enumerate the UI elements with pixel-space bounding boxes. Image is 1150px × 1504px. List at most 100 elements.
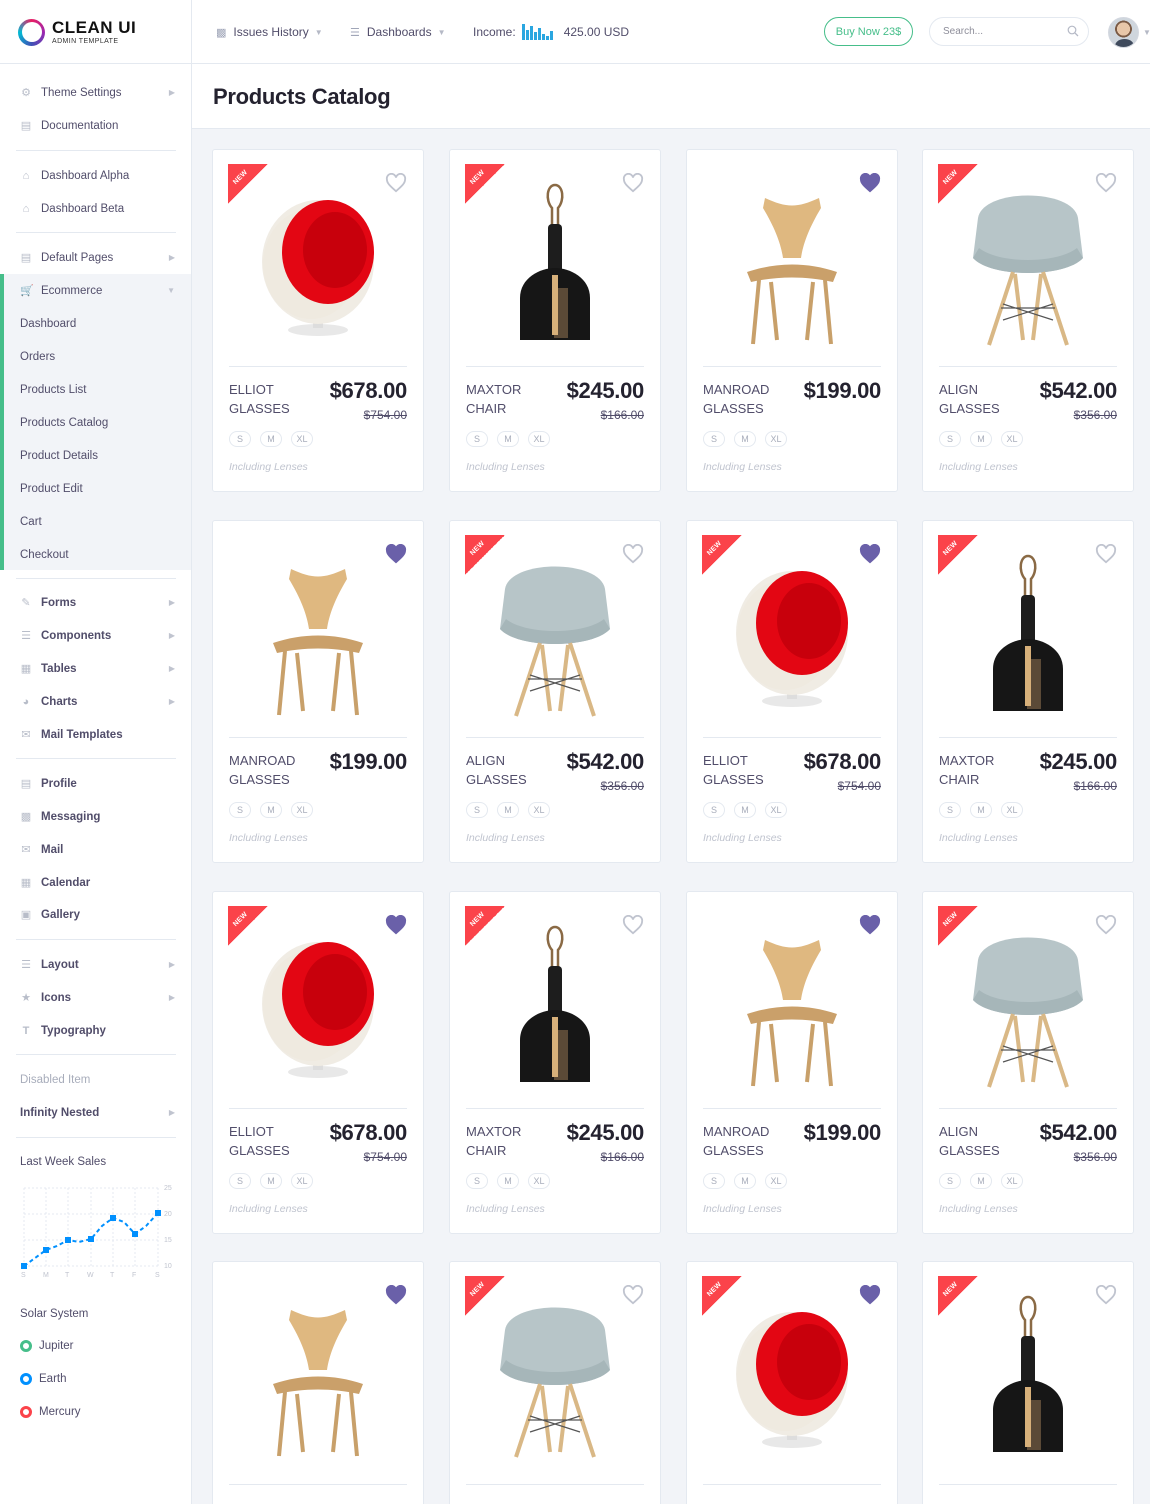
product-card[interactable]: MANROAD GLASSES $199.00 S M XL Including Lens… <box>686 149 898 492</box>
size-option[interactable]: S <box>939 802 961 818</box>
product-name[interactable]: ALIGN GLASSES <box>939 1122 1029 1160</box>
logo[interactable]: CLEAN UI ADMIN TEMPLATE <box>0 0 192 64</box>
sidebar-item-infinity-nested[interactable]: Infinity Nested ▶ <box>0 1096 191 1129</box>
sidebar-item-charts[interactable]: ◕ Charts ▶ <box>0 685 191 718</box>
size-option[interactable]: M <box>497 1173 519 1189</box>
size-option[interactable]: M <box>970 1173 992 1189</box>
sidebar-subitem-products-list[interactable]: Products List <box>0 373 191 406</box>
product-name[interactable]: ELLIOT GLASSES <box>703 751 793 789</box>
product-card[interactable]: NEW ALIGN GLASSES $542.00 $356.00 S M XL Inclu… <box>922 891 1134 1234</box>
size-option[interactable]: M <box>497 431 519 447</box>
product-name[interactable]: MAXTOR CHAIR <box>466 380 556 418</box>
size-option[interactable]: M <box>734 431 756 447</box>
product-image[interactable] <box>717 922 867 1092</box>
product-image[interactable] <box>480 180 630 350</box>
sidebar-item-ecommerce[interactable]: 🛒 Ecommerce ▼ <box>0 274 191 307</box>
product-card[interactable]: NEW ELLIOT GLASSES $678.00 $754.00 S M XL Incl… <box>686 520 898 863</box>
sidebar-item-typography[interactable]: T Typography <box>0 1014 191 1047</box>
sidebar-item-theme-settings[interactable]: ⚙ Theme Settings ▶ <box>0 76 191 109</box>
product-name[interactable]: ELLIOT GLASSES <box>229 1122 319 1160</box>
planet-earth[interactable]: Earth <box>20 1373 67 1385</box>
issues-history-menu[interactable]: ▩ Issues History ▼ <box>216 0 323 64</box>
size-option[interactable]: M <box>734 802 756 818</box>
product-card[interactable]: NEW ALIGN GLASSES $542.00 $356.00 S M XL Inclu… <box>922 149 1134 492</box>
product-image[interactable] <box>953 180 1103 350</box>
product-card[interactable]: NEW MAXTOR CHAIR $245.00 $166.00 S M XL Includ… <box>449 891 661 1234</box>
dashboards-menu[interactable]: ☰ Dashboards ▼ <box>350 0 446 64</box>
user-avatar[interactable] <box>1108 17 1139 48</box>
size-option[interactable]: M <box>970 431 992 447</box>
size-option[interactable]: S <box>466 1173 488 1189</box>
size-option[interactable]: XL <box>528 1173 550 1189</box>
sidebar-subitem-cart[interactable]: Cart <box>0 505 191 538</box>
size-option[interactable]: S <box>703 802 725 818</box>
sidebar-item-dashboard-beta[interactable]: ⌂ Dashboard Beta <box>0 192 191 225</box>
size-option[interactable]: S <box>939 1173 961 1189</box>
product-card[interactable]: NEW <box>686 1261 898 1504</box>
product-image[interactable] <box>717 180 867 350</box>
product-image[interactable] <box>480 922 630 1092</box>
buy-now-button[interactable]: Buy Now 23$ <box>824 17 913 46</box>
product-name[interactable]: MANROAD GLASSES <box>229 751 319 789</box>
size-option[interactable]: XL <box>528 431 550 447</box>
size-option[interactable]: XL <box>1001 802 1023 818</box>
sidebar-item-default-pages[interactable]: ▤ Default Pages ▶ <box>0 241 191 274</box>
product-name[interactable]: ALIGN GLASSES <box>939 380 1029 418</box>
search-input[interactable] <box>943 26 1058 37</box>
size-option[interactable]: M <box>260 1173 282 1189</box>
size-option[interactable]: M <box>260 431 282 447</box>
sidebar-subitem-checkout[interactable]: Checkout <box>0 538 191 571</box>
sidebar-item-profile[interactable]: ▤ Profile <box>0 767 191 800</box>
sidebar-item-gallery[interactable]: ▣ Gallery <box>0 898 191 931</box>
sidebar-item-icons[interactable]: ★ Icons ▶ <box>0 981 191 1014</box>
planet-jupiter[interactable]: Jupiter <box>20 1340 74 1352</box>
product-card[interactable]: NEW ALIGN GLASSES $542.00 $356.00 S M XL Inclu… <box>449 520 661 863</box>
sidebar-item-messaging[interactable]: ▩ Messaging <box>0 800 191 833</box>
product-image[interactable] <box>243 551 393 721</box>
size-option[interactable]: S <box>703 1173 725 1189</box>
product-image[interactable] <box>953 551 1103 721</box>
size-option[interactable]: XL <box>765 1173 787 1189</box>
product-card[interactable] <box>212 1261 424 1504</box>
size-option[interactable]: S <box>229 431 251 447</box>
size-option[interactable]: M <box>497 802 519 818</box>
sidebar-subitem-products-catalog[interactable]: Products Catalog <box>0 406 191 439</box>
sidebar-subitem-dashboard[interactable]: Dashboard <box>0 307 191 340</box>
product-card[interactable]: NEW MAXTOR CHAIR $245.00 $166.00 S M XL Includ… <box>449 149 661 492</box>
size-option[interactable]: XL <box>291 1173 313 1189</box>
product-card[interactable]: NEW MAXTOR CHAIR $245.00 $166.00 S M XL Includ… <box>922 520 1134 863</box>
sidebar-item-calendar[interactable]: ▦ Calendar <box>0 866 191 899</box>
product-image[interactable] <box>480 1292 630 1462</box>
product-card[interactable]: NEW ELLIOT GLASSES $678.00 $754.00 S M XL Incl… <box>212 891 424 1234</box>
sidebar-item-layout[interactable]: ☰ Layout ▶ <box>0 948 191 981</box>
product-card[interactable]: NEW <box>449 1261 661 1504</box>
size-option[interactable]: M <box>734 1173 756 1189</box>
product-image[interactable] <box>717 1292 867 1462</box>
search-icon[interactable] <box>1067 25 1079 37</box>
size-option[interactable]: S <box>229 802 251 818</box>
sidebar-subitem-product-edit[interactable]: Product Edit <box>0 472 191 505</box>
product-name[interactable]: ALIGN GLASSES <box>466 751 556 789</box>
product-name[interactable]: MAXTOR CHAIR <box>939 751 1029 789</box>
size-option[interactable]: XL <box>291 431 313 447</box>
product-name[interactable]: MAXTOR CHAIR <box>466 1122 556 1160</box>
product-card[interactable]: MANROAD GLASSES $199.00 S M XL Including Lens… <box>212 520 424 863</box>
size-option[interactable]: S <box>466 802 488 818</box>
search-field[interactable] <box>929 17 1089 46</box>
size-option[interactable]: S <box>466 431 488 447</box>
sidebar-item-components[interactable]: ☰ Components ▶ <box>0 619 191 652</box>
product-image[interactable] <box>243 922 393 1092</box>
product-card[interactable]: MANROAD GLASSES $199.00 S M XL Including Lens… <box>686 891 898 1234</box>
product-card[interactable]: NEW <box>922 1261 1134 1504</box>
sidebar-item-tables[interactable]: ▦ Tables ▶ <box>0 652 191 685</box>
size-option[interactable]: XL <box>528 802 550 818</box>
size-option[interactable]: S <box>939 431 961 447</box>
chevron-down-icon[interactable]: ▼ <box>1143 28 1150 37</box>
product-name[interactable]: MANROAD GLASSES <box>703 380 793 418</box>
sidebar-item-dashboard-alpha[interactable]: ⌂ Dashboard Alpha <box>0 159 191 192</box>
sidebar-item-documentation[interactable]: ▤ Documentation <box>0 109 191 142</box>
product-image[interactable] <box>953 922 1103 1092</box>
sidebar-subitem-orders[interactable]: Orders <box>0 340 191 373</box>
size-option[interactable]: S <box>703 431 725 447</box>
product-image[interactable] <box>243 180 393 350</box>
